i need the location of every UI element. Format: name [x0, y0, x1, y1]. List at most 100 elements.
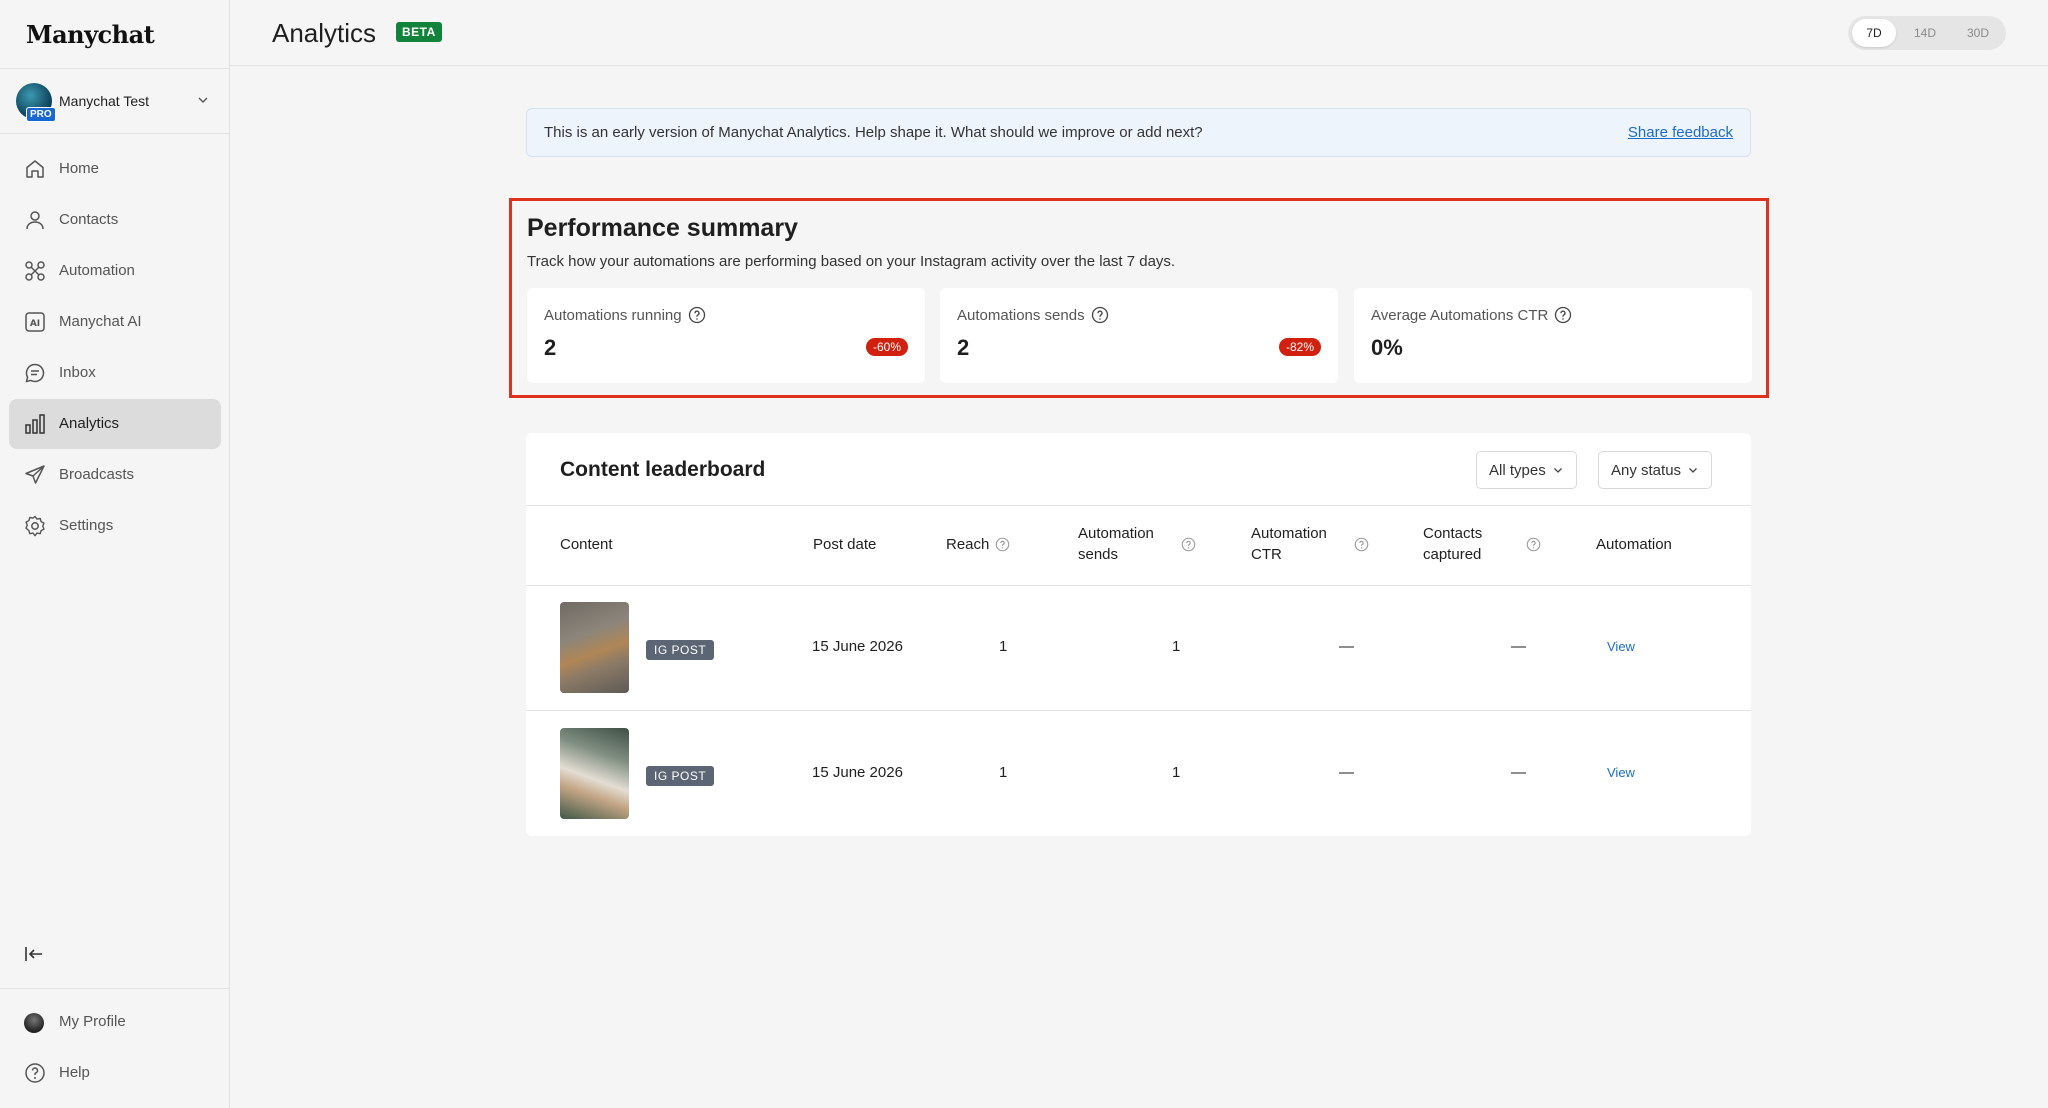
stat-label-text: Automations running: [544, 306, 682, 324]
sends-cell: 1: [1172, 764, 1181, 781]
chevron-down-icon: [198, 97, 208, 103]
status-filter-label: Any status: [1611, 461, 1682, 479]
stat-label-text: Average Automations CTR: [1371, 306, 1549, 324]
share-feedback-link[interactable]: Share feedback: [1628, 124, 1733, 141]
reach-cell: 1: [999, 764, 1008, 781]
column-header-reach[interactable]: Reach: [946, 534, 989, 555]
post-date-cell: 15 June 2026: [812, 764, 903, 781]
type-filter-dropdown[interactable]: All types: [1476, 451, 1577, 489]
question-icon[interactable]: [1526, 537, 1541, 552]
account-switcher[interactable]: PRO Manychat Test: [0, 68, 229, 134]
table-divider: [526, 585, 1751, 586]
contacts-cell: —: [1511, 638, 1526, 655]
bar-chart-icon: [25, 414, 45, 434]
collapse-sidebar-icon[interactable]: [22, 942, 46, 966]
stat-card-automations-running: Automations running 2 -60%: [527, 288, 925, 383]
content-type-badge: IG POST: [646, 640, 715, 660]
page-title: Analytics: [272, 18, 377, 48]
sidebar-divider: [0, 988, 229, 989]
question-icon[interactable]: [1181, 537, 1196, 552]
sidebar-item-manychat-ai[interactable]: AI Manychat AI: [9, 297, 221, 347]
sidebar-item-label: Analytics: [59, 415, 120, 432]
sidebar-item-analytics[interactable]: Analytics: [9, 399, 221, 449]
send-icon: [25, 465, 45, 484]
automation-icon: [25, 261, 45, 281]
question-icon[interactable]: [1354, 537, 1369, 552]
sidebar-item-label: Help: [59, 1064, 90, 1081]
ctr-cell: —: [1339, 638, 1354, 655]
sidebar-item-label: Automation: [59, 262, 135, 279]
account-name: Manychat Test: [59, 93, 150, 109]
view-automation-link[interactable]: View: [1607, 765, 1635, 780]
stat-label: Automations running: [544, 306, 706, 324]
stat-value: 0%: [1371, 335, 1403, 360]
leaderboard-title: Content leaderboard: [560, 458, 766, 481]
content-leaderboard: Content leaderboard All types Any status…: [526, 433, 1751, 836]
stat-label: Average Automations CTR: [1371, 306, 1572, 324]
question-icon[interactable]: [995, 537, 1010, 552]
sidebar-item-label: Home: [59, 160, 100, 177]
chat-icon: [25, 363, 45, 383]
sidebar-item-automation[interactable]: Automation: [9, 246, 221, 296]
gear-icon: [25, 515, 45, 537]
stat-value: 2: [957, 335, 970, 360]
sidebar-item-contacts[interactable]: Contacts: [9, 195, 221, 245]
stat-card-automations-sends: Automations sends 2 -82%: [940, 288, 1338, 383]
date-range-toggle: 7D 14D 30D: [1848, 16, 2006, 50]
range-7d-button[interactable]: 7D: [1852, 19, 1896, 47]
sidebar-item-label: My Profile: [59, 1013, 126, 1030]
sends-cell: 1: [1172, 638, 1181, 655]
type-filter-label: All types: [1489, 461, 1546, 479]
column-header-content[interactable]: Content: [560, 534, 613, 555]
column-header-automation-sends[interactable]: Automation sends: [1078, 523, 1168, 565]
status-filter-dropdown[interactable]: Any status: [1598, 451, 1713, 489]
contacts-cell: —: [1511, 764, 1526, 781]
column-header-post-date[interactable]: Post date: [813, 534, 876, 555]
beta-badge: BETA: [396, 22, 442, 42]
svg-text:AI: AI: [30, 319, 40, 329]
sidebar-item-label: Broadcasts: [59, 466, 135, 483]
question-icon[interactable]: [1554, 306, 1572, 324]
table-divider: [526, 710, 1751, 711]
banner-text: This is an early version of Manychat Ana…: [544, 124, 1203, 141]
post-thumbnail[interactable]: [560, 602, 629, 693]
sidebar-item-inbox[interactable]: Inbox: [9, 348, 221, 398]
ai-icon: AI: [25, 312, 45, 332]
home-icon: [26, 160, 44, 178]
reach-cell: 1: [999, 638, 1008, 655]
performance-subtitle: Track how your automations are performin…: [527, 253, 1176, 270]
sidebar-item-broadcasts[interactable]: Broadcasts: [9, 450, 221, 500]
sidebar-item-my-profile[interactable]: My Profile: [9, 997, 221, 1047]
pro-badge: PRO: [26, 107, 56, 122]
range-30d-button[interactable]: 30D: [1955, 19, 2001, 47]
profile-avatar: [24, 1013, 44, 1033]
ctr-cell: —: [1339, 764, 1354, 781]
manychat-logo[interactable]: Manychat: [26, 20, 155, 49]
sidebar-item-label: Manychat AI: [59, 313, 142, 330]
sidebar-item-help[interactable]: Help: [9, 1048, 221, 1098]
stat-label-text: Automations sends: [957, 306, 1085, 324]
page-header: Analytics BETA 7D 14D 30D: [230, 0, 2048, 66]
stat-card-average-ctr: Average Automations CTR 0%: [1354, 288, 1752, 383]
sidebar-item-home[interactable]: Home: [9, 144, 221, 194]
performance-summary: Performance summary Track how your autom…: [509, 198, 1769, 398]
stat-label: Automations sends: [957, 306, 1109, 324]
stat-value: 2: [544, 335, 557, 360]
chevron-down-icon: [1689, 468, 1698, 473]
column-header-contacts-captured[interactable]: Contacts captured: [1423, 523, 1503, 565]
sidebar-item-settings[interactable]: Settings: [9, 501, 221, 551]
performance-title: Performance summary: [527, 214, 798, 242]
user-icon: [26, 211, 44, 230]
stat-delta-badge: -82%: [1278, 338, 1321, 356]
range-14d-button[interactable]: 14D: [1903, 19, 1947, 47]
question-icon[interactable]: [688, 306, 706, 324]
question-icon[interactable]: [1091, 306, 1109, 324]
view-automation-link[interactable]: View: [1607, 639, 1635, 654]
table-divider: [526, 505, 1751, 506]
stat-delta-badge: -60%: [865, 338, 908, 356]
feedback-banner: This is an early version of Manychat Ana…: [526, 108, 1751, 157]
sidebar-item-label: Contacts: [59, 211, 119, 228]
sidebar: Manychat PRO Manychat Test Home Contacts…: [0, 0, 230, 1108]
column-header-automation-ctr[interactable]: Automation CTR: [1251, 523, 1341, 565]
post-thumbnail[interactable]: [560, 728, 629, 819]
